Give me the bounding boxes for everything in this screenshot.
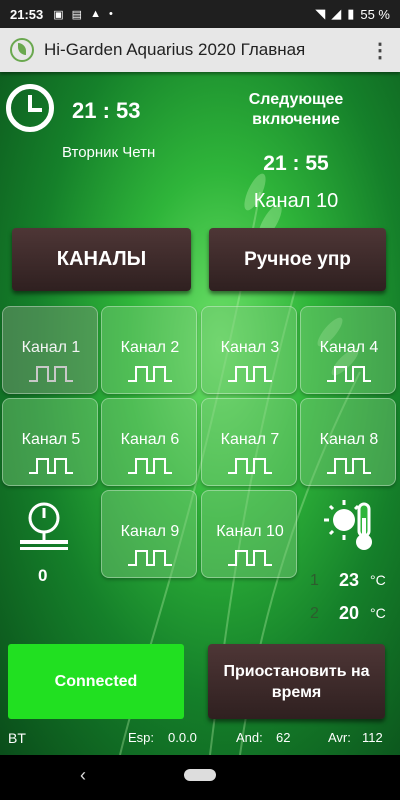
channel-tile-6[interactable]: Канал 6	[101, 398, 197, 486]
news-icon: ▤	[71, 8, 83, 21]
more-vert-icon[interactable]: ⋮	[370, 38, 390, 63]
and-version: 62	[276, 730, 291, 745]
channel-tile-1[interactable]: Канал 1	[2, 306, 98, 394]
pulse-icon	[327, 458, 371, 474]
channel-label: Канал 1	[21, 339, 81, 356]
temp-value: 20	[339, 603, 360, 623]
temp-sensor-index: 1	[310, 572, 319, 589]
notification-icons: ▣ ▤ ▲ •	[53, 8, 113, 21]
channel-tile-9[interactable]: Канал 9	[101, 490, 197, 578]
next-run-label: Следующее включение	[248, 91, 344, 128]
app-bar: Hi-Garden Aquarius 2020 Главная ⋮	[0, 28, 400, 72]
channels-button[interactable]: КАНАЛЫ	[12, 228, 191, 291]
channel-label: Канал 8	[319, 431, 379, 448]
channel-tile-10[interactable]: Канал 10	[201, 490, 297, 578]
avr-label: Avr:	[328, 730, 351, 745]
temp-sensor-index: 2	[310, 605, 319, 622]
channel-label: Канал 6	[120, 431, 180, 448]
wifi-icon: ◥	[315, 6, 326, 21]
app-title: Hi-Garden Aquarius 2020 Главная	[44, 40, 306, 59]
footer-info: BT Esp: 0.0.0 And: 62 Avr: 112	[0, 726, 400, 754]
channel-tile-3[interactable]: Канал 3	[201, 306, 297, 394]
main-screen: 21 : 53 Вторник Четн Следующее включение…	[0, 72, 400, 755]
clock-icon	[6, 84, 54, 132]
temp-unit: °C	[370, 572, 386, 588]
pause-button[interactable]: Приостановить на время	[208, 644, 385, 719]
image-icon: ▣	[53, 8, 64, 21]
status-right: ◥ ◢ ▮ 55 %	[315, 6, 390, 22]
channel-label: Канал 3	[220, 339, 280, 356]
channel-label: Канал 4	[319, 339, 379, 356]
channel-tile-2[interactable]: Канал 2	[101, 306, 197, 394]
bt-label: BT	[8, 730, 26, 746]
pulse-icon	[327, 366, 371, 382]
pressure-gauge-icon	[20, 502, 68, 550]
channel-label: Канал 5	[21, 431, 81, 448]
pulse-icon	[228, 458, 272, 474]
temp-unit: °C	[370, 605, 386, 621]
pulse-icon	[228, 366, 272, 382]
next-run-time: 21 : 55	[263, 152, 329, 175]
pulse-icon	[29, 458, 73, 474]
channel-label: Канал 2	[120, 339, 180, 356]
pulse-icon	[128, 458, 172, 474]
battery-level: 55 %	[360, 6, 390, 22]
pulse-icon	[128, 366, 172, 382]
channel-tile-5[interactable]: Канал 5	[2, 398, 98, 486]
status-bar: 21:53 ▣ ▤ ▲ • ◥ ◢ ▮ 55 %	[0, 0, 400, 28]
status-time: 21:53	[10, 6, 44, 22]
channel-tile-8[interactable]: Канал 8	[300, 398, 396, 486]
manual-control-button[interactable]: Ручное упр	[209, 228, 386, 291]
channel-label: Канал 9	[120, 523, 180, 540]
dot-icon: •	[108, 7, 113, 20]
esp-label: Esp:	[128, 730, 155, 745]
signal-icon: ◢	[331, 6, 342, 21]
esp-version: 0.0.0	[168, 730, 197, 745]
drive-icon: ▲	[90, 7, 101, 20]
next-run-channel: Канал 10	[253, 190, 339, 212]
weather-thermometer-icon	[324, 500, 372, 550]
channel-tile-4[interactable]: Канал 4	[300, 306, 396, 394]
pulse-icon	[128, 550, 172, 566]
connection-status-button[interactable]: Connected	[8, 644, 184, 719]
back-icon[interactable]: ‹	[80, 765, 86, 786]
temp-value: 23	[339, 570, 360, 590]
home-pill-icon[interactable]	[184, 769, 216, 781]
avr-version: 112	[362, 730, 383, 745]
and-label: And:	[236, 730, 263, 745]
pulse-icon	[29, 366, 73, 382]
channel-tile-7[interactable]: Канал 7	[201, 398, 297, 486]
pulse-icon	[228, 550, 272, 566]
system-nav-bar: ‹	[0, 755, 400, 800]
weekday-label: Вторник Четн	[62, 144, 156, 161]
battery-icon: ▮	[347, 6, 355, 21]
channel-label: Канал 10	[216, 523, 284, 540]
app-logo-icon	[10, 38, 34, 62]
channel-label: Канал 7	[220, 431, 280, 448]
current-time: 21 : 53	[72, 98, 141, 123]
pressure-value: 0	[38, 566, 48, 585]
